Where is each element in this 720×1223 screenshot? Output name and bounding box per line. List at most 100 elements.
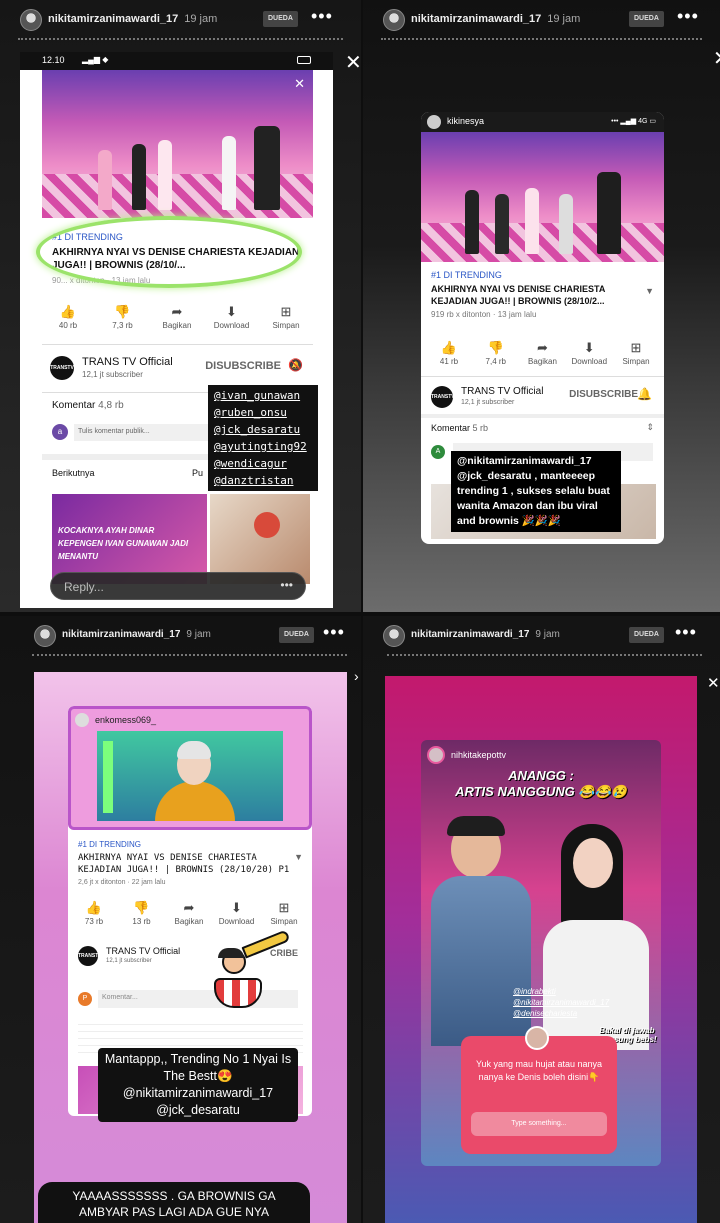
video-thumbnail[interactable]: ✕ xyxy=(42,70,313,218)
expand-icon[interactable]: ⇕ xyxy=(646,422,654,433)
close-icon[interactable]: ✕ xyxy=(707,674,720,692)
action-bar: 👍 73 rb 👎 13 rb ➦ Bagikan ⬇ Download ⊞ Simpan xyxy=(72,900,306,926)
reposter-name: nihkitakepottv xyxy=(451,750,507,760)
channel-logo[interactable]: TRANSTV xyxy=(78,946,102,966)
close-icon[interactable]: ✕ xyxy=(345,50,361,75)
close-icon[interactable]: ✕ xyxy=(294,76,305,92)
share-button[interactable]: ➦ Bagikan xyxy=(167,900,211,926)
person-figure xyxy=(222,136,236,210)
trending-label[interactable]: #1 DI TRENDING xyxy=(78,840,303,849)
mention-tag[interactable]: @ruben_onsu xyxy=(214,404,312,421)
video-thumbnail[interactable] xyxy=(421,132,664,262)
like-button[interactable]: 👍 40 rb xyxy=(46,304,90,330)
subscribe-button[interactable]: DISUBSCRIBE xyxy=(569,389,638,400)
dislike-button[interactable]: 👎 13 rb xyxy=(120,900,164,926)
mention-tag[interactable]: @indrabekti xyxy=(513,986,609,997)
save-button[interactable]: ⊞ Simpan xyxy=(264,304,308,330)
video-title[interactable]: AKHIRNYA NYAI VS DENISE CHARIESTA KEJADI… xyxy=(78,852,303,876)
chevron-down-icon[interactable]: ▼ xyxy=(294,852,303,862)
mention-tag[interactable]: @denisechariesta xyxy=(513,1008,609,1019)
dueda-badge[interactable]: DUEDA xyxy=(629,627,664,643)
channel-name[interactable]: TRANS TV Official xyxy=(106,946,180,956)
dislike-button[interactable]: 👎 7,4 rb xyxy=(474,340,518,366)
thumbnail-text: KOCAKNYA AYAH DINAR KEPENGEN IVAN GUNAWA… xyxy=(58,526,189,561)
story-header: nikitamirzanimawardi_17 9 jam DUEDA ••• xyxy=(363,616,720,656)
chevron-down-icon[interactable]: ▼ xyxy=(645,286,654,296)
reposter-name: kikinesya xyxy=(447,116,485,126)
channel-logo[interactable]: TRANSTV xyxy=(431,386,455,408)
username[interactable]: nikitamirzanimawardi_17 19 jam xyxy=(48,13,217,25)
story-panel-4: nikitamirzanimawardi_17 9 jam DUEDA ••• ✕… xyxy=(363,616,720,1223)
video-frame xyxy=(97,731,283,821)
person-figure xyxy=(132,144,146,210)
thumbs-down-icon: 👎 xyxy=(114,304,131,319)
save-icon: ⊞ xyxy=(280,304,292,319)
person-figure xyxy=(543,824,653,1054)
progress-bar xyxy=(387,654,702,656)
like-button[interactable]: 👍 41 rb xyxy=(427,340,471,366)
avatar[interactable] xyxy=(20,9,42,31)
dueda-badge[interactable]: DUEDA xyxy=(629,11,664,27)
avatar[interactable] xyxy=(383,9,405,31)
dueda-badge[interactable]: DUEDA xyxy=(279,627,314,643)
dislike-button[interactable]: 👎 7,3 rb xyxy=(101,304,145,330)
mention-tag[interactable]: @jck_desaratu xyxy=(214,421,312,438)
sticker-body xyxy=(214,978,262,1008)
avatar[interactable] xyxy=(34,625,56,647)
question-text: Yuk yang mau hujat atau nanya nanya ke D… xyxy=(475,1059,603,1082)
more-options-icon[interactable]: ••• xyxy=(675,622,697,643)
video-title[interactable]: AKHIRNYA NYAI VS DENISE CHARIESTA KEJADI… xyxy=(431,283,656,307)
trending-label[interactable]: #1 DI TRENDING xyxy=(431,270,656,280)
bell-off-icon[interactable]: 🔕 xyxy=(288,358,303,372)
share-button[interactable]: ➦ Bagikan xyxy=(521,340,565,366)
comment-input[interactable]: Tulis komentar publik... xyxy=(74,424,224,441)
username[interactable]: nikitamirzanimawardi_17 9 jam xyxy=(62,629,211,640)
mention-tag[interactable]: @nikitamirzanimawardi_17 xyxy=(513,997,609,1008)
comments-header[interactable]: Komentar 5 rb xyxy=(431,423,488,433)
reposter-name: enkomess069_ xyxy=(95,715,157,725)
share-button[interactable]: ➦ Bagikan xyxy=(155,304,199,330)
avatar[interactable] xyxy=(383,625,405,647)
close-icon[interactable]: ✕ xyxy=(713,46,720,71)
user-avatar: a xyxy=(52,424,68,440)
username[interactable]: nikitamirzanimawardi_17 9 jam xyxy=(411,629,560,640)
close-icon[interactable]: › xyxy=(354,668,359,684)
download-button[interactable]: ⬇ Download xyxy=(215,900,259,926)
download-button[interactable]: ⬇ Download xyxy=(567,340,611,366)
video-info: #1 DI TRENDING AKHIRNYA NYAI VS DENISE C… xyxy=(78,840,303,886)
next-video-thumbnail[interactable] xyxy=(210,494,310,584)
channel-logo[interactable]: TRANSTV xyxy=(50,356,74,380)
avatar xyxy=(427,746,445,764)
mention-tag[interactable]: @wendicagur xyxy=(214,455,312,472)
save-button[interactable]: ⊞ Simpan xyxy=(262,900,306,926)
reply-input[interactable]: Reply... ••• xyxy=(50,572,306,600)
story-header: nikitamirzanimawardi_17 19 jam DUEDA ••• xyxy=(0,0,361,40)
reposted-video[interactable]: enkomess069_ xyxy=(68,706,312,830)
mention-tag[interactable]: @ivan_gunawan xyxy=(214,387,312,404)
user-avatar: A xyxy=(431,445,445,459)
next-video-thumbnail[interactable]: KOCAKNYA AYAH DINAR KEPENGEN IVAN GUNAWA… xyxy=(52,494,207,584)
download-button[interactable]: ⬇ Download xyxy=(210,304,254,330)
answer-input[interactable]: Type something... xyxy=(471,1112,607,1136)
comments-header[interactable]: Komentar 4,8 rb xyxy=(52,400,124,411)
more-options-icon[interactable]: ••• xyxy=(323,622,345,643)
question-sticker[interactable]: Yuk yang mau hujat atau nanya nanya ke D… xyxy=(461,1026,617,1154)
channel-name[interactable]: TRANS TV Official xyxy=(461,386,543,397)
subscribe-button[interactable]: DISUBSCRIBE xyxy=(205,360,281,372)
mention-tag[interactable]: @ayutingting92 xyxy=(214,438,312,455)
person-face xyxy=(573,838,613,888)
more-icon[interactable]: ••• xyxy=(280,578,293,592)
like-button[interactable]: 👍 73 rb xyxy=(72,900,116,926)
divider xyxy=(421,376,664,377)
channel-name[interactable]: TRANS TV Official xyxy=(82,356,173,368)
mention-tag[interactable]: @danztristan xyxy=(214,472,312,489)
share-icon: ➦ xyxy=(537,340,548,355)
story-caption: Mantappp,, Trending No 1 Nyai Is The Bes… xyxy=(98,1048,298,1122)
more-options-icon[interactable]: ••• xyxy=(677,6,699,27)
dueda-badge[interactable]: DUEDA xyxy=(263,11,298,27)
save-button[interactable]: ⊞ Simpan xyxy=(614,340,658,366)
bell-icon[interactable]: 🔔 xyxy=(637,387,652,401)
username[interactable]: nikitamirzanimawardi_17 19 jam xyxy=(411,13,580,25)
action-bar: 👍 41 rb 👎 7,4 rb ➦ Bagikan ⬇ Download ⊞ Simpa… xyxy=(427,340,658,366)
more-options-icon[interactable]: ••• xyxy=(311,6,333,27)
